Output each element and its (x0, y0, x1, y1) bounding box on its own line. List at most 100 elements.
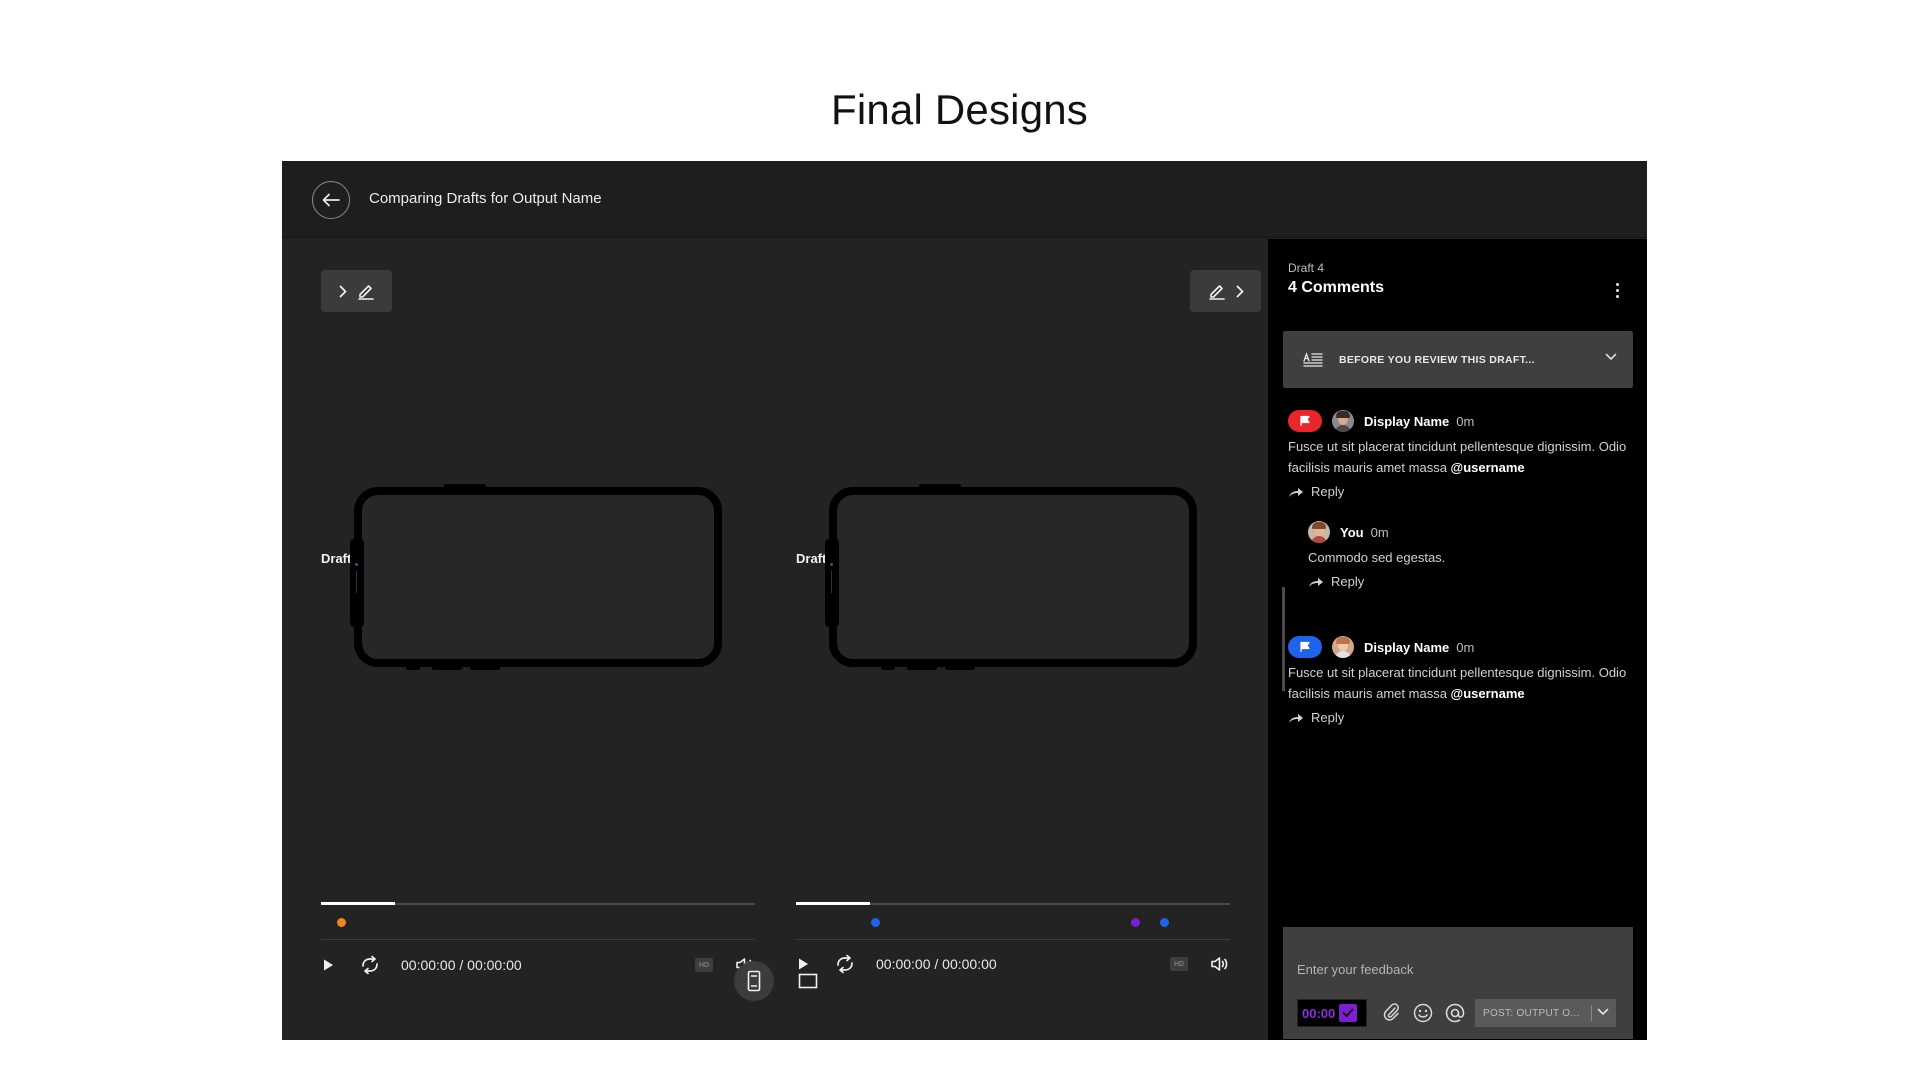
arrow-left-icon (322, 193, 340, 207)
player-controls-right: 00:00:00 / 00:00:00 HD (796, 952, 1230, 976)
chevron-right-icon (339, 285, 346, 297)
hd-toggle-right[interactable]: HD (1170, 957, 1188, 971)
phone-side-button (470, 665, 500, 670)
panel-draft-name: Draft 4 (1288, 261, 1325, 275)
phone-side-button (406, 665, 420, 670)
progress-bar-right[interactable] (796, 902, 1230, 905)
pencil-icon (357, 285, 374, 300)
review-notice-dropdown[interactable]: BEFORE YOU REVIEW THIS DRAFT... (1283, 331, 1633, 388)
landscape-view-button[interactable] (788, 961, 828, 1001)
timecode-toggle[interactable]: 00:00 (1297, 999, 1367, 1027)
phone-side-button (907, 665, 937, 670)
player-controls-left: 00:00:00 / 00:00:00 HD (321, 953, 755, 977)
avatar (1332, 636, 1354, 658)
progress-fill-right (796, 902, 870, 905)
expand-annotate-left-button[interactable] (321, 270, 392, 312)
compare-area: Draft 3 00:00:00 / 00:00:00 HD Draft 4 0… (282, 239, 1268, 1040)
progress-fill-left (321, 902, 395, 905)
timecode-right: 00:00:00 / 00:00:00 (876, 956, 997, 972)
review-notice-label: BEFORE YOU REVIEW THIS DRAFT... (1339, 353, 1535, 366)
phone-portrait-icon (747, 970, 761, 992)
top-bar: Comparing Drafts for Output Name (282, 161, 1647, 238)
comment-text: Fusce ut sit placerat tincidunt pellente… (1288, 662, 1638, 704)
loop-icon (362, 955, 378, 975)
phone-side-button (945, 665, 975, 670)
phone-camera (825, 539, 839, 627)
comments-panel: Draft 4 4 Comments BEFORE YOU REVIEW THI… (1268, 239, 1647, 1040)
reply-arrow-icon (1289, 487, 1303, 497)
speaker-icon (1211, 957, 1228, 971)
rectangle-landscape-icon (798, 973, 818, 989)
post-target-select[interactable]: POST: OUTPUT O... (1475, 999, 1616, 1027)
reply-arrow-icon (1289, 713, 1303, 723)
comment-text: Commodo sed egestas. (1308, 550, 1446, 565)
loop-button-left[interactable] (359, 955, 381, 975)
video-frame-right[interactable] (825, 484, 1197, 670)
flag-icon (1300, 641, 1310, 652)
comment-author: Display Name (1364, 413, 1450, 429)
emoji-button[interactable] (1413, 1003, 1433, 1023)
phone-camera (350, 539, 364, 627)
comment-marker[interactable] (337, 918, 346, 927)
expand-annotate-right-button[interactable] (1190, 270, 1261, 312)
avatar (1332, 410, 1354, 432)
timecode-left: 00:00:00 / 00:00:00 (401, 957, 522, 973)
flag-icon (1300, 415, 1310, 426)
reply-comment-item: You 0m Commodo sed egestas. Reply (1308, 520, 1628, 589)
comment-marker[interactable] (1160, 918, 1169, 927)
comment-time: 0m (1456, 639, 1475, 655)
phone-side-button (881, 665, 895, 670)
document-text-icon (1303, 351, 1323, 368)
comment-item: Display Name 0m Fusce ut sit placerat ti… (1288, 635, 1638, 725)
checkbox-checked-icon (1339, 1004, 1358, 1022)
comment-text: Fusce ut sit placerat tincidunt pellente… (1288, 436, 1638, 478)
comment-marker[interactable] (1131, 918, 1140, 927)
progress-bar-left[interactable] (321, 902, 755, 905)
chevron-down-icon (1605, 353, 1617, 361)
window-title: Comparing Drafts for Output Name (369, 190, 602, 207)
timecode-value: 00:00 (1302, 1005, 1336, 1021)
reply-label: Reply (1331, 574, 1365, 589)
flag-badge[interactable] (1288, 410, 1322, 432)
chevron-down-icon (1597, 1008, 1609, 1016)
reply-button[interactable]: Reply (1308, 574, 1388, 589)
phone-side-button (432, 665, 462, 670)
portrait-view-button[interactable] (734, 961, 774, 1001)
flag-badge[interactable] (1288, 636, 1322, 658)
kebab-dot (1615, 282, 1619, 286)
feedback-input[interactable] (1283, 927, 1633, 985)
feedback-toolbar: 00:00 POST: OUTPUT O... (1297, 999, 1616, 1027)
post-target-label: POST: OUTPUT O... (1483, 1007, 1580, 1019)
loop-button-right[interactable] (834, 954, 856, 974)
view-mode-toggle (734, 961, 828, 1001)
chevron-right-icon (1236, 285, 1243, 297)
mention-button[interactable] (1445, 1003, 1465, 1023)
back-button[interactable] (312, 181, 350, 219)
mention-link[interactable]: @username (1451, 460, 1525, 475)
reply-button[interactable]: Reply (1288, 710, 1368, 725)
feedback-composer: 00:00 (1283, 927, 1633, 1039)
volume-button-right[interactable] (1210, 956, 1230, 972)
play-button-left[interactable] (321, 958, 335, 972)
more-options-button[interactable] (1611, 280, 1623, 300)
hd-toggle-left[interactable]: HD (695, 958, 713, 972)
divider (1591, 1005, 1592, 1021)
page-title: Final Designs (830, 86, 1089, 133)
reply-arrow-icon (1309, 577, 1323, 587)
comment-marker[interactable] (871, 918, 880, 927)
video-frame-left[interactable] (350, 484, 722, 670)
phone-top-button (444, 484, 486, 490)
reply-label: Reply (1311, 484, 1345, 499)
divider (796, 939, 1230, 940)
attach-button[interactable] (1383, 1003, 1401, 1023)
reply-button[interactable]: Reply (1288, 484, 1368, 499)
divider (321, 939, 755, 940)
avatar (1308, 521, 1330, 543)
mention-link[interactable]: @username (1451, 686, 1525, 701)
comment-author: You (1340, 524, 1364, 540)
thread-indent-line (1282, 587, 1285, 691)
comment-count: 4 Comments (1288, 279, 1385, 296)
smiley-icon (1413, 1003, 1433, 1023)
comment-time: 0m (1370, 524, 1389, 540)
play-icon (324, 959, 333, 971)
